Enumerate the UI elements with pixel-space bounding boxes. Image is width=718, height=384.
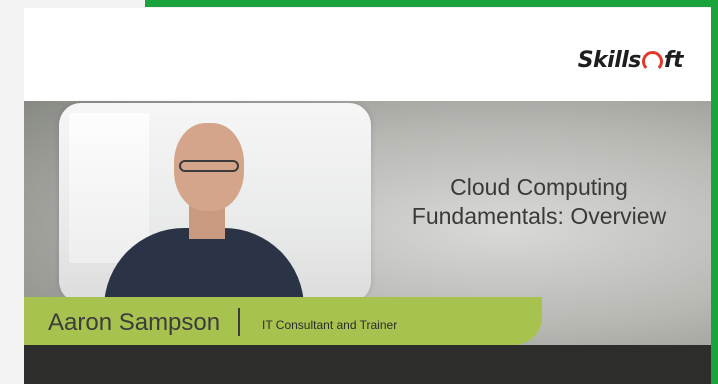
selection-border-top bbox=[145, 0, 718, 7]
logo-text-post: ft bbox=[663, 48, 684, 73]
headset-logo-icon bbox=[641, 51, 663, 72]
background-window bbox=[69, 113, 149, 263]
course-title-line2: Fundamentals: Overview bbox=[411, 203, 667, 229]
screen-frame: Skills ft Cloud Computing Fundamentals: … bbox=[0, 0, 718, 384]
presenter-role: IT Consultant and Trainer bbox=[262, 318, 398, 332]
course-title: Cloud Computing Fundamentals: Overview bbox=[379, 173, 699, 231]
presenter-glasses bbox=[179, 160, 239, 172]
selection-border-right bbox=[711, 0, 718, 384]
course-title-line1: Cloud Computing bbox=[450, 174, 628, 200]
logo-text-pre: Skills bbox=[577, 48, 642, 73]
presenter-video bbox=[59, 103, 371, 303]
skillsoft-logo: Skills ft bbox=[577, 48, 684, 73]
presenter-name: Aaron Sampson bbox=[48, 309, 221, 336]
name-divider bbox=[238, 308, 240, 336]
video-title-slide: Skills ft Cloud Computing Fundamentals: … bbox=[24, 8, 711, 384]
bottom-bar bbox=[24, 345, 711, 384]
